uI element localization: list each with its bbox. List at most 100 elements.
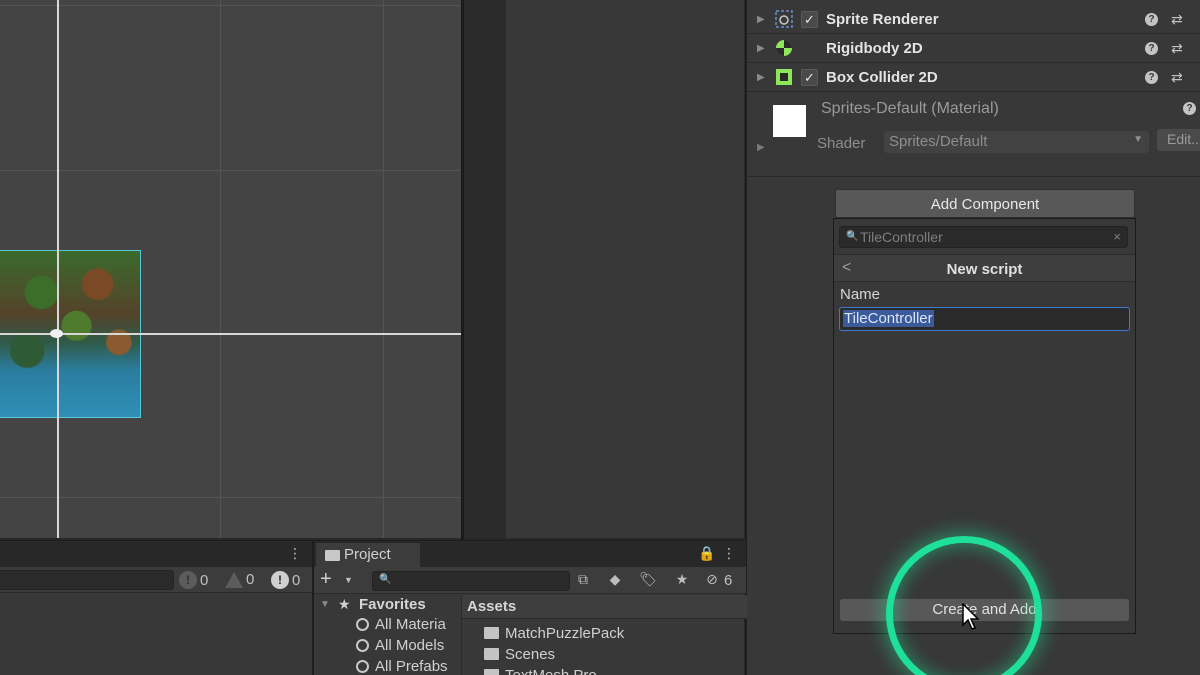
filter-by-type-icon[interactable]: ◆ (605, 571, 625, 589)
add-component-button[interactable]: Add Component (835, 189, 1135, 218)
assets-header: Assets (462, 595, 747, 619)
help-icon[interactable]: ? (1145, 12, 1158, 26)
favorite-item[interactable]: All Materia (356, 616, 446, 633)
component-sprite-renderer[interactable]: ▶ ✓ Sprite Renderer ? ⇄ (747, 5, 1200, 34)
asset-label: Scenes (505, 646, 556, 663)
tab-label: Project (344, 546, 391, 563)
console-search-input[interactable] (0, 570, 174, 590)
favorite-label: All Materia (375, 616, 446, 633)
console-toolbar: ! 0 0 ! 0 (0, 567, 312, 593)
search-icon (356, 618, 369, 631)
favorite-star-icon[interactable]: ★ (672, 571, 692, 589)
search-by-type-icon[interactable]: ⧉ (573, 571, 593, 589)
clear-search-icon[interactable]: × (1113, 229, 1121, 244)
scene-axis-y (57, 0, 59, 538)
name-label: Name (840, 286, 881, 303)
foldout-arrow[interactable]: ▶ (757, 14, 765, 25)
help-icon[interactable]: ? (1183, 102, 1196, 115)
box-collider-icon (776, 69, 792, 85)
error-icon: ! (271, 571, 289, 589)
material-title: Sprites-Default (Material) (821, 100, 999, 117)
label-icon[interactable]: 🏷 (638, 571, 658, 589)
component-name: Sprite Renderer (826, 10, 939, 28)
grid-line (220, 0, 221, 538)
popup-header: < New script (834, 254, 1135, 282)
warning-count: 0 (246, 571, 255, 588)
mouse-cursor-icon (962, 603, 980, 630)
project-tab-bar: Project 🔒 ⋮ (314, 541, 746, 567)
material-preview[interactable] (773, 105, 806, 137)
settings-icon[interactable]: ⇄ (1171, 40, 1183, 57)
dropdown-arrow-icon: ▼ (1133, 134, 1143, 145)
material-section: Sprites-Default (Material) ? ▶ Shader Sp… (747, 92, 1200, 162)
folder-icon (325, 550, 340, 561)
folder-icon (484, 669, 499, 675)
info-count-toggle[interactable]: ! 0 (179, 571, 208, 589)
foldout-arrow[interactable]: ▼ (320, 599, 330, 610)
foldout-arrow[interactable]: ▶ (757, 72, 765, 83)
search-icon: 🔍 (379, 574, 392, 585)
shader-dropdown[interactable]: Sprites/Default ▼ (884, 131, 1149, 153)
search-value: TileController (860, 229, 943, 245)
info-count: 0 (200, 571, 209, 589)
search-icon (356, 639, 369, 652)
foldout-arrow[interactable]: ▶ (757, 142, 765, 153)
lock-icon[interactable]: 🔒 (698, 545, 715, 562)
rigidbody-icon (776, 40, 792, 56)
error-count-toggle[interactable]: ! 0 (271, 571, 300, 589)
settings-icon[interactable]: ⇄ (1171, 11, 1183, 28)
shader-label: Shader (817, 135, 866, 152)
grid-line (0, 497, 461, 498)
asset-label: MatchPuzzlePack (505, 625, 625, 642)
sprite-pivot[interactable] (50, 329, 63, 338)
asset-folder[interactable]: TextMesh Pro (484, 667, 597, 675)
script-name-input[interactable]: TileController (839, 307, 1130, 331)
folder-icon (484, 648, 499, 660)
edit-shader-button[interactable]: Edit... (1157, 129, 1200, 151)
grid-line (383, 0, 384, 538)
shader-value: Sprites/Default (889, 133, 988, 150)
sprite-renderer-icon (775, 10, 793, 28)
favorite-item[interactable]: All Prefabs (356, 658, 448, 675)
project-panel: Project 🔒 ⋮ + ▼ 🔍 ⧉ ◆ 🏷 ★ ⊘ 6 ▼ ★ Favori… (312, 540, 747, 675)
divider (747, 176, 1200, 177)
settings-icon[interactable]: ⇄ (1171, 69, 1183, 86)
scene-axis-x (0, 333, 461, 335)
search-icon: 🔍 (846, 231, 859, 242)
component-name: Box Collider 2D (826, 68, 938, 86)
search-icon (356, 660, 369, 673)
chevron-down-icon[interactable]: ▼ (344, 575, 353, 585)
component-box-collider-2d[interactable]: ▶ ✓ Box Collider 2D ? ⇄ (747, 63, 1200, 92)
asset-folder[interactable]: MatchPuzzlePack (484, 625, 624, 642)
tab-project[interactable]: Project (316, 543, 420, 567)
component-enabled-checkbox[interactable]: ✓ (801, 68, 818, 86)
help-icon[interactable]: ? (1145, 70, 1158, 84)
scene-view[interactable] (0, 0, 461, 538)
component-rigidbody-2d[interactable]: ▶ Rigidbody 2D ? ⇄ (747, 34, 1200, 63)
create-asset-button[interactable]: + (320, 568, 332, 591)
popup-title: New script (946, 261, 1023, 278)
help-icon[interactable]: ? (1145, 41, 1158, 55)
asset-folder[interactable]: Scenes (484, 646, 555, 663)
favorite-item[interactable]: All Models (356, 637, 444, 654)
toolbar-strip (464, 0, 506, 538)
project-search-input[interactable]: 🔍 (372, 571, 570, 591)
more-menu-icon[interactable]: ⋮ (288, 545, 302, 562)
asset-label: TextMesh Pro (505, 667, 597, 675)
hidden-packages-icon[interactable]: ⊘ (704, 571, 720, 589)
favorite-label: All Prefabs (375, 658, 448, 675)
component-enabled-checkbox[interactable]: ✓ (801, 10, 818, 28)
component-search-input[interactable]: 🔍 TileController × (839, 226, 1128, 248)
info-icon: ! (179, 571, 197, 589)
selected-text: TileController (843, 310, 934, 327)
assets-list: Assets MatchPuzzlePack Scenes TextMesh P… (461, 595, 747, 675)
star-icon: ★ (338, 596, 351, 612)
component-name: Rigidbody 2D (826, 39, 923, 57)
favorites-label[interactable]: Favorites (359, 596, 426, 613)
more-menu-icon[interactable]: ⋮ (722, 545, 736, 562)
foldout-arrow[interactable]: ▶ (757, 43, 765, 54)
project-toolbar: + ▼ 🔍 ⧉ ◆ 🏷 ★ ⊘ 6 (314, 567, 746, 594)
grid-line (0, 170, 461, 171)
warning-count-toggle[interactable]: 0 (225, 571, 254, 588)
hidden-packages-count: 6 (724, 572, 733, 589)
